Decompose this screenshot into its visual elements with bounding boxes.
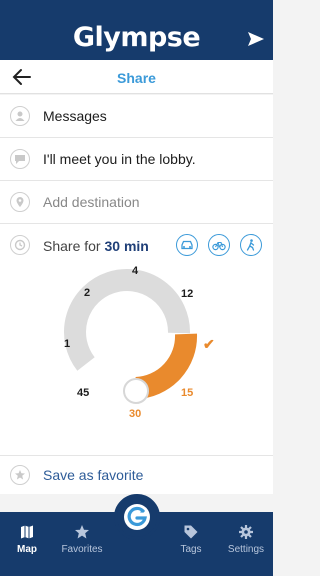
destination-row[interactable]: Add destination <box>0 181 273 224</box>
gear-icon <box>239 525 253 539</box>
page-title: Share <box>117 70 156 86</box>
glympse-logo: Glympse <box>72 22 201 53</box>
nav-settings[interactable]: Settings <box>221 524 271 555</box>
dial-tick: 2 <box>84 287 91 299</box>
dial-tick: 12 <box>181 288 194 300</box>
message-text: I'll meet you in the lobby. <box>43 151 196 167</box>
person-icon <box>10 106 30 126</box>
nav-tags-label: Tags <box>180 544 202 555</box>
destination-placeholder: Add destination <box>43 194 140 210</box>
dial-tick: 4 <box>132 265 139 277</box>
checkmark-icon[interactable]: ✔ <box>203 336 215 353</box>
tag-icon <box>184 525 198 539</box>
star-icon <box>10 465 30 485</box>
app-header: Glympse <box>0 0 273 60</box>
message-row[interactable]: I'll meet you in the lobby. <box>0 138 273 181</box>
nav-map[interactable]: Map <box>2 524 52 555</box>
recipient-label: Messages <box>43 108 107 124</box>
dial-track <box>64 269 191 371</box>
nav-map-label: Map <box>17 544 37 555</box>
nav-favorites-label: Favorites <box>61 544 103 555</box>
glympse-g-icon <box>124 504 150 530</box>
duration-dial[interactable] <box>0 224 273 456</box>
dial-tick: 45 <box>77 387 90 399</box>
nav-settings-label: Settings <box>227 544 265 555</box>
send-icon[interactable] <box>247 30 265 48</box>
map-icon <box>21 525 33 539</box>
location-pin-icon <box>10 192 30 212</box>
nav-favorites[interactable]: Favorites <box>57 524 107 555</box>
share-duration-panel: Share for 30 min 4 12 2 1 45 30 15 ✔ <box>0 224 273 456</box>
nav-tags[interactable]: Tags <box>166 524 216 555</box>
recipient-row[interactable]: Messages <box>0 95 273 138</box>
dial-selection-arc <box>135 333 198 399</box>
dial-handle[interactable] <box>123 378 149 404</box>
dial-tick: 15 <box>181 387 194 399</box>
dial-tick-selected: 30 <box>129 408 142 420</box>
star-icon <box>75 525 89 539</box>
glympse-fab-button[interactable] <box>114 494 160 540</box>
share-header: Share <box>0 60 273 94</box>
message-icon <box>10 149 30 169</box>
save-favorite-label: Save as favorite <box>43 467 144 483</box>
dial-tick: 1 <box>64 338 71 350</box>
save-favorite-row[interactable]: Save as favorite <box>0 456 273 494</box>
